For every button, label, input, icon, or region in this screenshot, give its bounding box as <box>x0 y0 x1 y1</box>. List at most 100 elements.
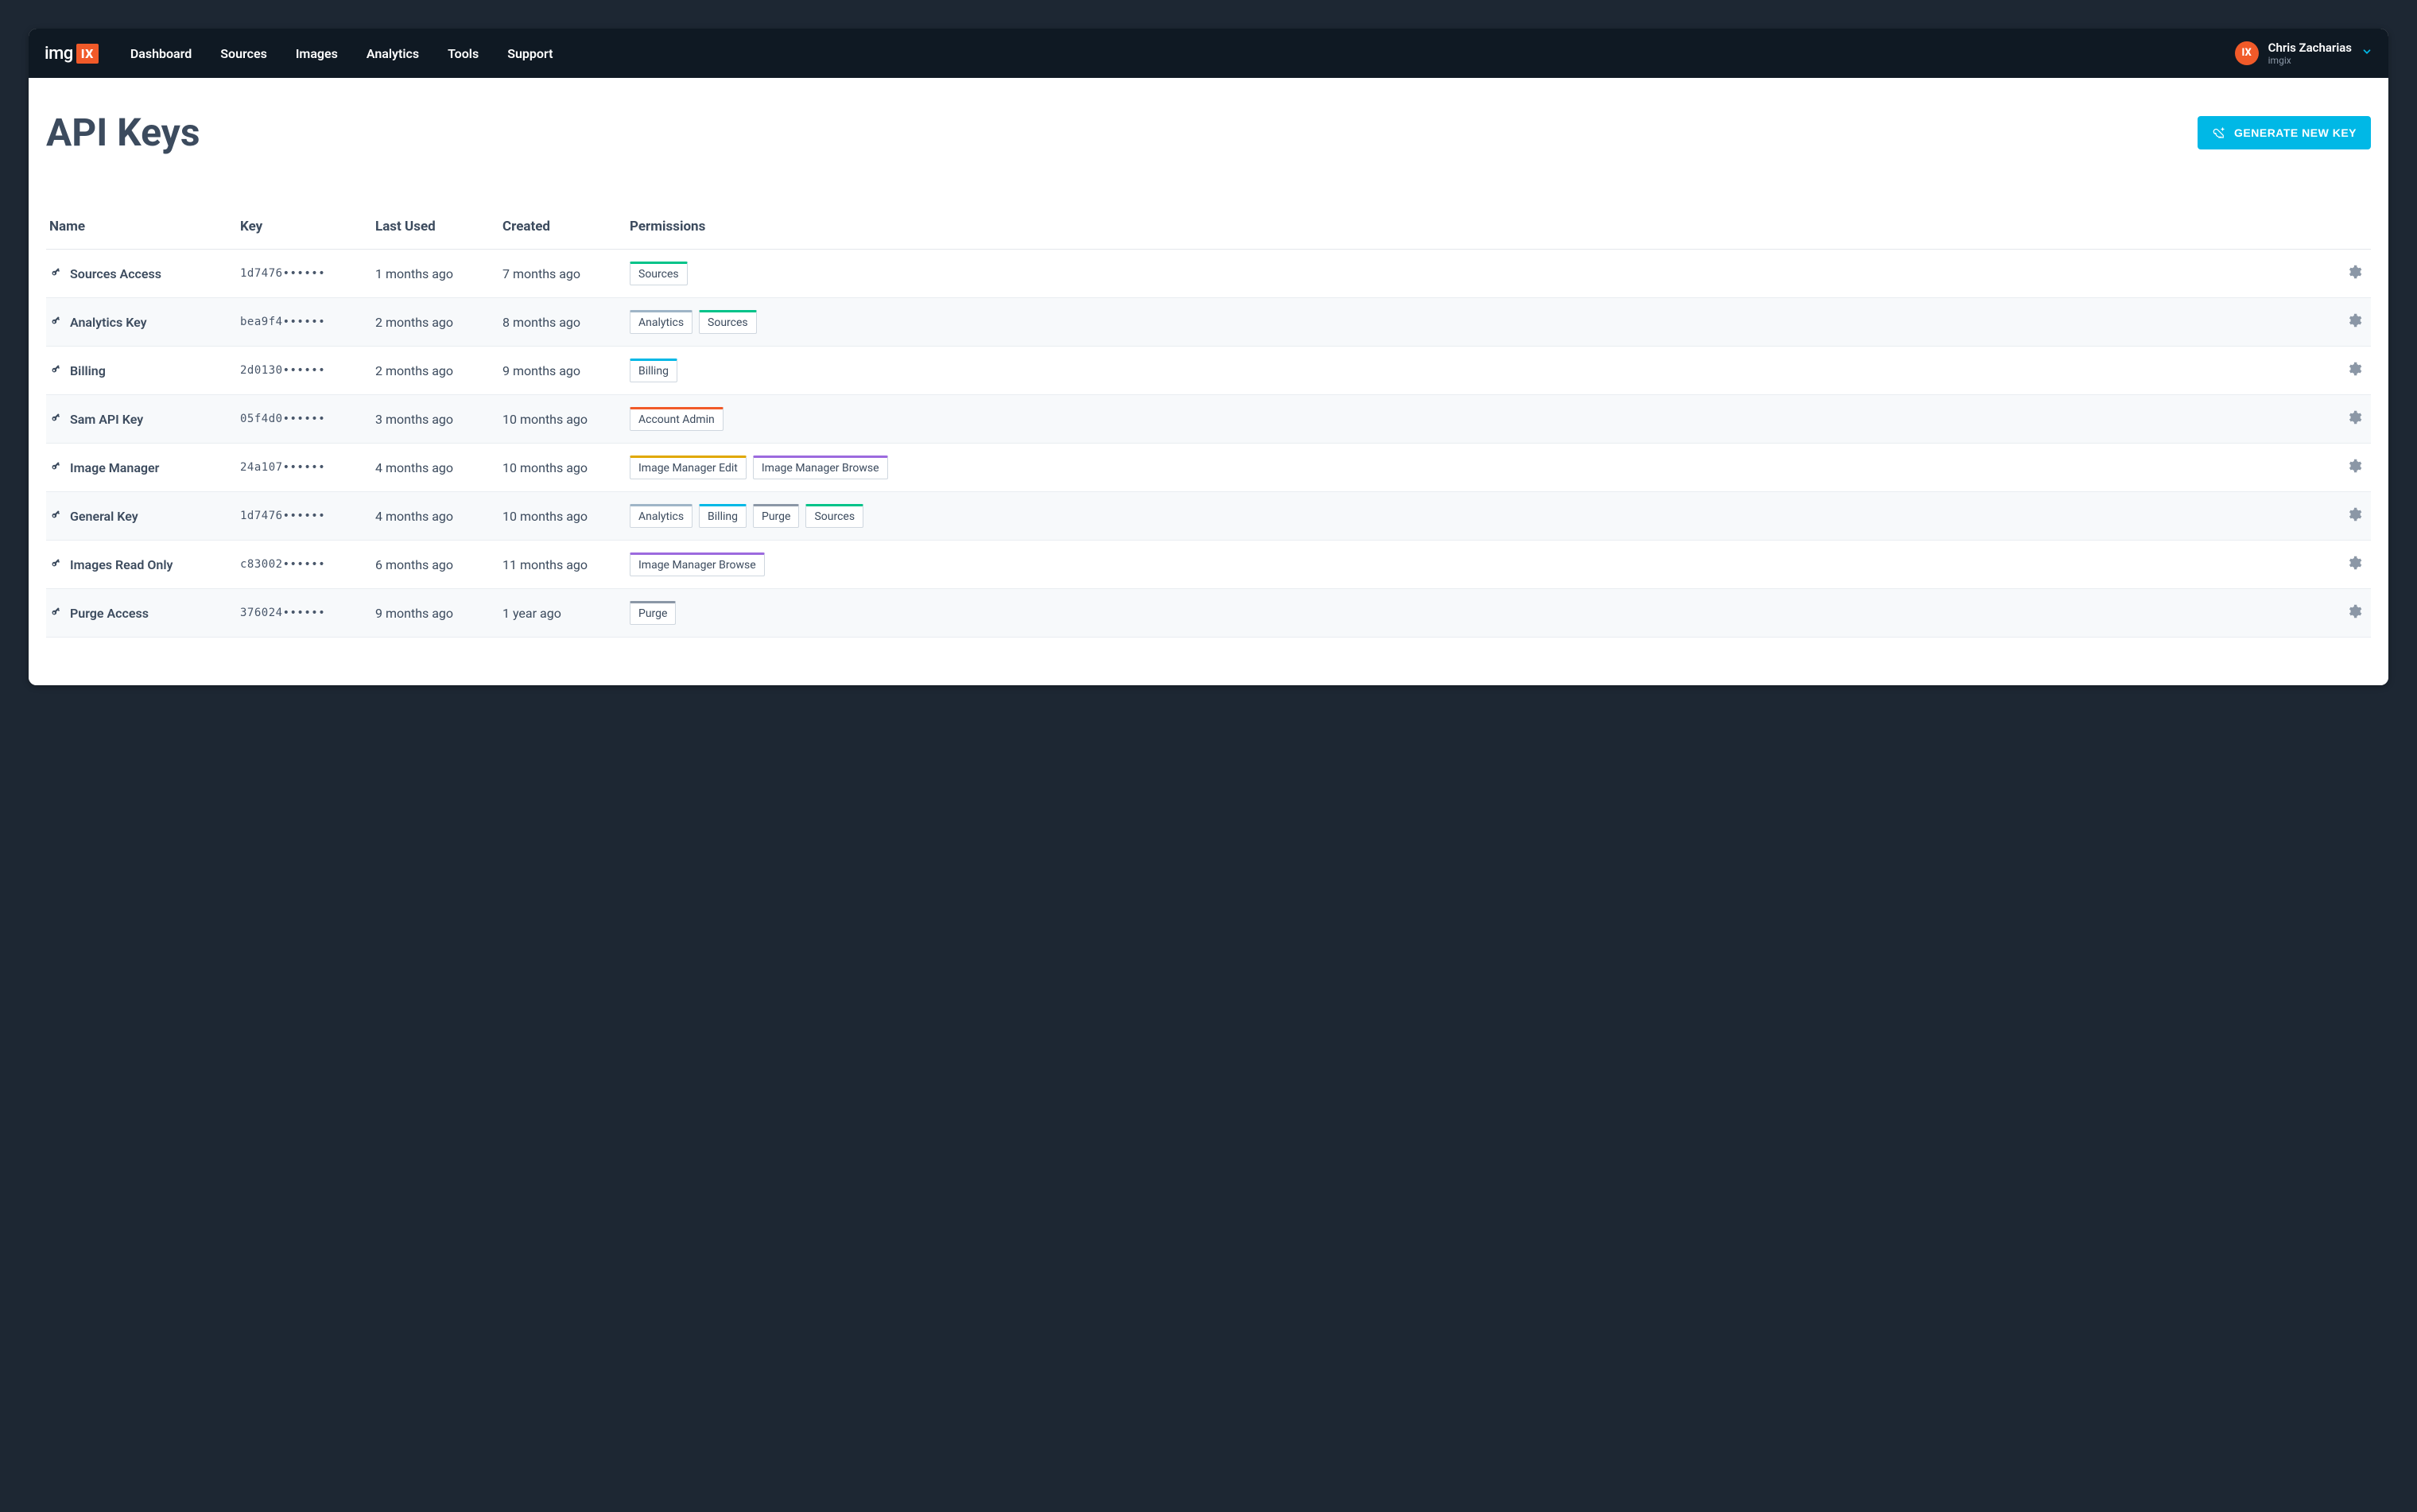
created: 9 months ago <box>502 363 630 378</box>
gear-icon <box>2345 603 2363 623</box>
gear-icon <box>2345 312 2363 332</box>
permissions-cell: AnalyticsSources <box>630 302 2323 342</box>
column-header: Last Used <box>375 219 502 235</box>
row-settings[interactable] <box>2323 457 2368 478</box>
key-name: General Key <box>70 509 138 524</box>
key-value: 2d0130•••••• <box>240 364 375 377</box>
permission-tag: Image Manager Browse <box>753 456 888 479</box>
table-row: Analytics Keybea9f4••••••2 months ago8 m… <box>46 298 2371 347</box>
table-body: Sources Access1d7476••••••1 months ago7 … <box>46 250 2371 638</box>
last-used: 9 months ago <box>375 606 502 621</box>
permission-tag: Sources <box>699 310 757 334</box>
created: 10 months ago <box>502 460 630 475</box>
nav-link-dashboard[interactable]: Dashboard <box>130 46 192 61</box>
key-value: 1d7476•••••• <box>240 510 375 522</box>
user-menu[interactable]: IX Chris Zacharias imgix <box>2235 41 2372 66</box>
row-settings[interactable] <box>2323 360 2368 381</box>
permission-tag: Image Manager Browse <box>630 552 765 576</box>
gear-icon <box>2345 506 2363 526</box>
key-plus-icon <box>2212 126 2226 140</box>
permission-tag: Purge <box>630 601 676 625</box>
key-name-cell: Analytics Key <box>49 314 240 330</box>
key-name-cell: Image Manager <box>49 459 240 475</box>
gear-icon <box>2345 457 2363 478</box>
key-icon <box>49 266 62 281</box>
key-value: bea9f4•••••• <box>240 316 375 328</box>
topbar: img IX Dashboard Sources Images Analytics To… <box>29 29 2388 78</box>
generate-key-button[interactable]: GENERATE NEW KEY <box>2198 116 2371 149</box>
key-icon <box>49 605 62 621</box>
permission-tag: Billing <box>699 504 747 528</box>
created: 8 months ago <box>502 315 630 330</box>
generate-key-label: GENERATE NEW KEY <box>2234 126 2357 139</box>
permission-tag: Analytics <box>630 310 693 334</box>
avatar: IX <box>2235 41 2259 65</box>
key-value: 24a107•••••• <box>240 461 375 474</box>
key-value: 1d7476•••••• <box>240 267 375 280</box>
permissions-cell: Sources <box>630 254 2323 293</box>
row-settings[interactable] <box>2323 409 2368 429</box>
nav-link-tools[interactable]: Tools <box>448 46 479 61</box>
created: 10 months ago <box>502 509 630 524</box>
key-name-cell: General Key <box>49 508 240 524</box>
key-value: 05f4d0•••••• <box>240 413 375 425</box>
page-header: API Keys GENERATE NEW KEY <box>46 110 2371 155</box>
table-row: General Key1d7476••••••4 months ago10 mo… <box>46 492 2371 541</box>
last-used: 1 months ago <box>375 266 502 281</box>
row-settings[interactable] <box>2323 263 2368 284</box>
gear-icon <box>2345 554 2363 575</box>
permission-tag: Account Admin <box>630 407 724 431</box>
user-name: Chris Zacharias <box>2268 41 2352 55</box>
permission-tag: Purge <box>753 504 799 528</box>
permission-tag: Analytics <box>630 504 693 528</box>
nav-link-images[interactable]: Images <box>296 46 338 61</box>
logo[interactable]: img IX <box>45 44 99 64</box>
key-icon <box>49 556 62 572</box>
row-settings[interactable] <box>2323 312 2368 332</box>
key-name: Images Read Only <box>70 557 173 572</box>
api-keys-table: NameKeyLast UsedCreatedPermissions Sourc… <box>46 219 2371 638</box>
table-row: Billing2d0130••••••2 months ago9 months … <box>46 347 2371 395</box>
column-header: Created <box>502 219 630 235</box>
column-header: Key <box>240 219 375 235</box>
row-settings[interactable] <box>2323 554 2368 575</box>
permission-tag: Sources <box>805 504 863 528</box>
last-used: 6 months ago <box>375 557 502 572</box>
key-name-cell: Sam API Key <box>49 411 240 427</box>
created: 1 year ago <box>502 606 630 621</box>
permission-tag: Image Manager Edit <box>630 456 747 479</box>
key-name-cell: Sources Access <box>49 266 240 281</box>
logo-badge: IX <box>76 44 99 64</box>
key-name: Sam API Key <box>70 412 143 427</box>
created: 7 months ago <box>502 266 630 281</box>
row-settings[interactable] <box>2323 506 2368 526</box>
table-row: Sources Access 1d7476••••••1 months ago7 … <box>46 250 2371 298</box>
gear-icon <box>2345 263 2363 284</box>
permissions-cell: Billing <box>630 351 2323 390</box>
nav-links: Dashboard Sources Images Analytics Tools Supp… <box>130 46 2235 61</box>
key-name: Image Manager <box>70 460 159 475</box>
column-header: Name <box>49 219 240 235</box>
key-name-cell: Billing <box>49 362 240 378</box>
nav-link-support[interactable]: Support <box>507 46 553 61</box>
row-settings[interactable] <box>2323 603 2368 623</box>
table-row: Purge Access376024••••••9 months ago1 ye… <box>46 589 2371 638</box>
permission-tag: Sources <box>630 262 688 285</box>
key-icon <box>49 411 62 427</box>
last-used: 4 months ago <box>375 460 502 475</box>
key-name-cell: Images Read Only <box>49 556 240 572</box>
created: 11 months ago <box>502 557 630 572</box>
chevron-down-icon <box>2361 46 2372 60</box>
page-title: API Keys <box>46 110 200 155</box>
nav-link-analytics[interactable]: Analytics <box>367 46 419 61</box>
nav-link-sources[interactable]: Sources <box>220 46 267 61</box>
logo-text: img <box>45 44 73 64</box>
permissions-cell: Account Admin <box>630 399 2323 439</box>
key-value: 376024•••••• <box>240 607 375 619</box>
permissions-cell: Purge <box>630 593 2323 633</box>
permissions-cell: Image Manager Browse <box>630 545 2323 584</box>
content: API Keys GENERATE NEW KEY NameKeyLast Us… <box>29 78 2388 685</box>
user-org: imgix <box>2268 55 2352 66</box>
gear-icon <box>2345 409 2363 429</box>
key-name: Sources Access <box>70 266 161 281</box>
